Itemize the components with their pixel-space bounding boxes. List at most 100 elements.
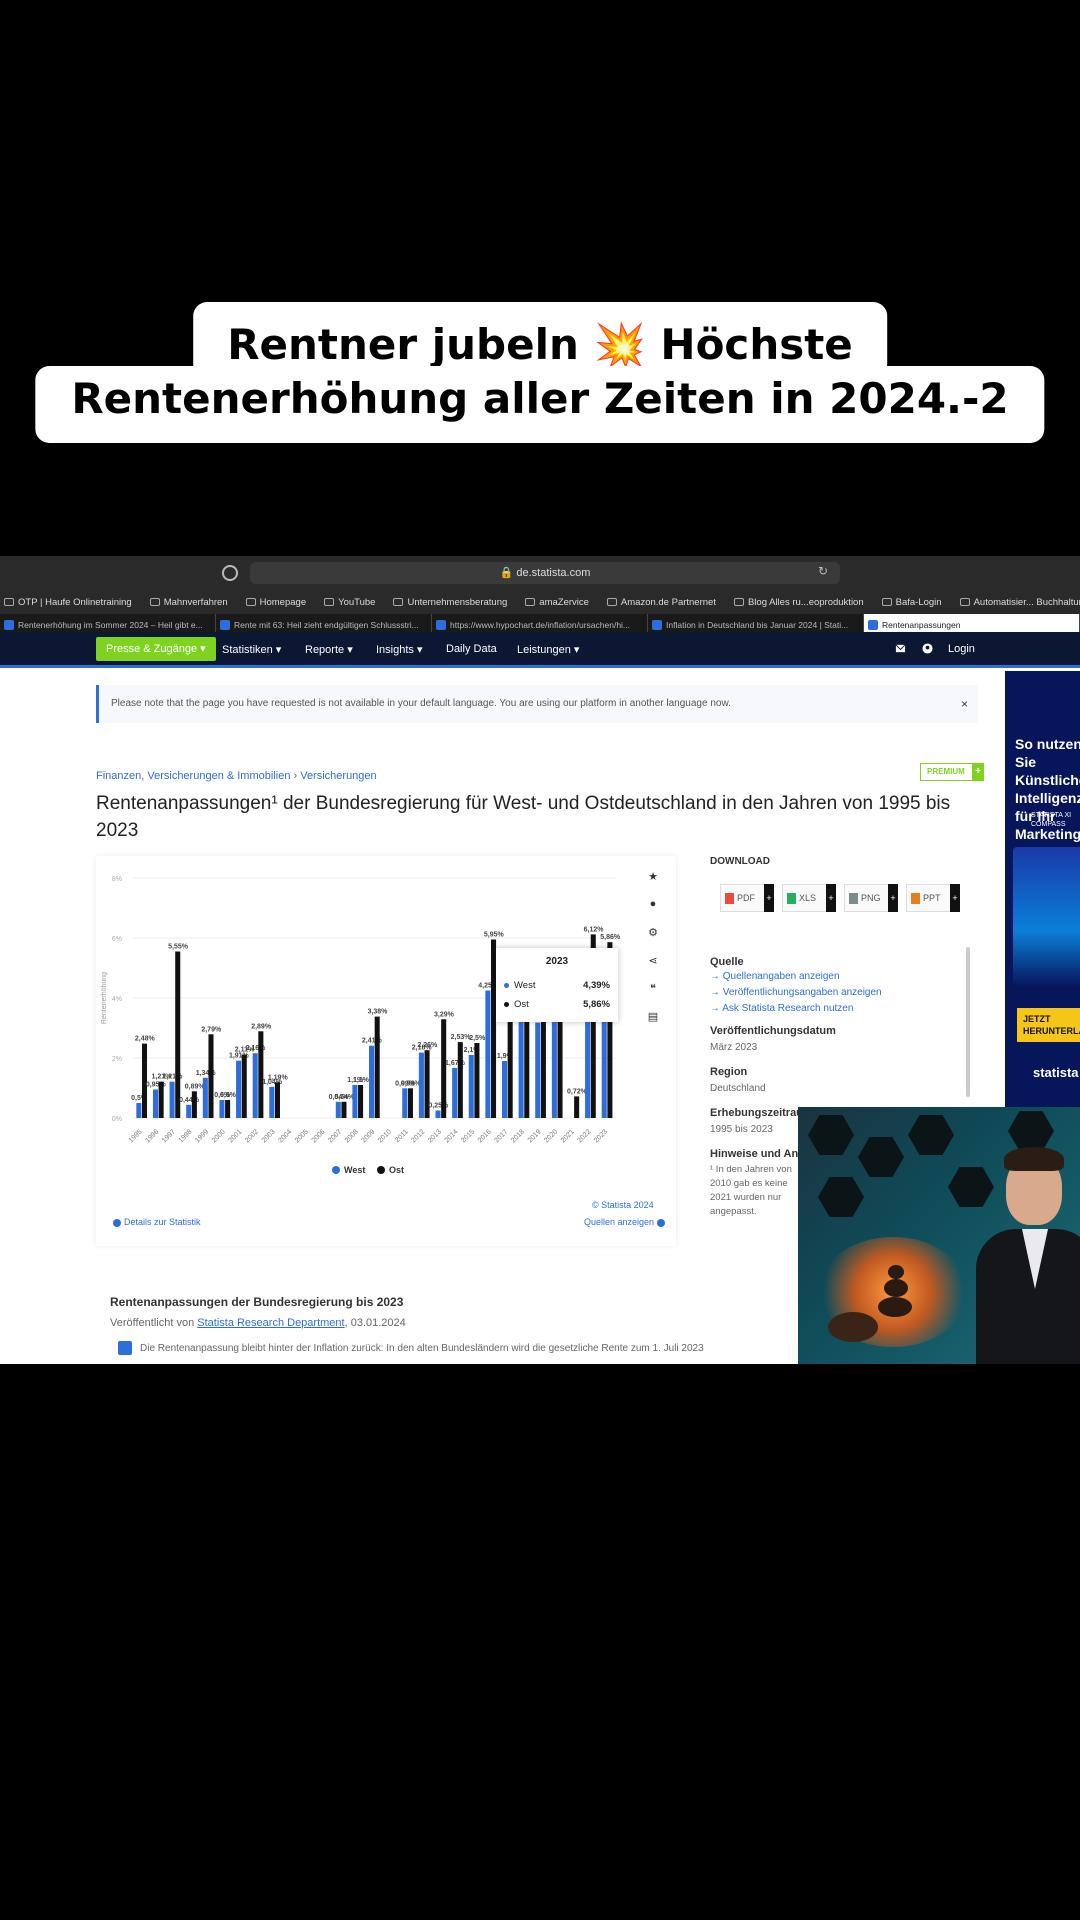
user-icon[interactable] [922, 643, 933, 654]
bar-ost-2015 [474, 1043, 480, 1118]
tooltip-row-west: West 4,39% [504, 980, 610, 991]
quote-icon[interactable]: ❝ [646, 982, 660, 996]
region-heading: Region [710, 1066, 748, 1078]
y-tick-label: 2% [112, 1056, 122, 1063]
x-tick-label: 2004 [277, 1128, 293, 1144]
data-label: 5,95% [484, 932, 505, 939]
bar-west-2001 [236, 1060, 242, 1118]
legend-marker-ost [377, 1166, 385, 1174]
presenter [976, 1137, 1080, 1364]
article-title: Rentenanpassungen der Bundesregierung bi… [110, 1295, 404, 1309]
language-notice: Please note that the page you have reque… [96, 685, 978, 723]
bar-ost-2014 [457, 1042, 463, 1118]
pdf-icon [725, 893, 734, 904]
bookmark-item[interactable]: amaZervice [525, 597, 589, 608]
bar-ost-1997 [175, 951, 181, 1118]
x-tick-label: 2019 [527, 1128, 543, 1144]
period-value: 1995 bis 2023 [710, 1124, 773, 1135]
mail-icon[interactable] [895, 643, 906, 654]
data-label: 0,6% [220, 1092, 237, 1099]
bar-ost-2009 [374, 1016, 380, 1118]
url-bar-row: 🔒 de.statista.com ↻ [0, 556, 1080, 590]
nav-reporte[interactable]: Reporte ▾ [305, 643, 353, 656]
nav-statistiken[interactable]: Statistiken ▾ [222, 643, 281, 656]
ppt-download-button[interactable]: PPT [906, 884, 960, 912]
publication-link[interactable]: Veröffentlichungsangaben anzeigen [710, 987, 882, 998]
nav-leistungen[interactable]: Leistungen ▾ [517, 643, 579, 656]
bookmark-item[interactable]: Blog Alles ru...eoproduktion [733, 597, 864, 608]
region-value: Deutschland [710, 1083, 766, 1094]
png-icon [849, 893, 858, 904]
bookmark-item[interactable]: Mahnverfahren [149, 597, 228, 608]
print-icon[interactable]: ▤ [646, 1010, 660, 1024]
ask-research-link[interactable]: Ask Statista Research nutzen [710, 1003, 853, 1014]
chart-card: 0% 2% 4% 6% 8% Rentenerhöhung 0,5% 2,48% 1995 0,9… [96, 856, 676, 1246]
bar-ost-2008 [358, 1085, 364, 1118]
bell-icon[interactable]: ● [646, 898, 660, 912]
author-link[interactable]: Statista Research Department [197, 1317, 344, 1329]
x-tick-label: 2000 [211, 1128, 227, 1144]
data-label: 3,38% [368, 1009, 389, 1016]
bookmark-item[interactable]: Automatisier... Buchhaltung [959, 597, 1080, 608]
x-tick-label: 1995 [128, 1128, 144, 1144]
data-label: 1,1% [353, 1077, 370, 1084]
bar-ost-1996 [158, 1081, 164, 1118]
reload-icon[interactable]: ↻ [818, 564, 828, 578]
x-tick-label: 2005 [294, 1128, 310, 1144]
screen-recording: 🔒 de.statista.com ↻ OTP | Haufe Onlinetr… [0, 556, 1080, 1364]
x-tick-label: 2014 [444, 1128, 460, 1144]
data-label: 2,48% [135, 1036, 156, 1043]
nav-daily-data[interactable]: Daily Data [446, 643, 497, 655]
x-tick-label: 1997 [161, 1128, 177, 1144]
bookmark-item[interactable]: OTP | Haufe Onlinetraining [4, 597, 132, 608]
ad-download-button[interactable]: JETZT HERUNTERLADEN [1017, 1008, 1080, 1042]
breadcrumb[interactable]: Finanzen, Versicherungen & Immobilien › … [96, 770, 377, 782]
x-tick-label: 2020 [543, 1128, 559, 1144]
bar-west-2020 [551, 1014, 557, 1118]
bookmark-item[interactable]: Bafa-Login [881, 597, 942, 608]
bar-west-2017 [501, 1061, 508, 1118]
details-link[interactable]: Details zur Statistik [110, 1217, 201, 1227]
tooltip-year: 2023 [545, 956, 569, 967]
y-tick-label: 4% [112, 996, 122, 1003]
sources-link[interactable]: Quellen anzeigen [584, 1217, 668, 1227]
bar-west-1995 [136, 1103, 142, 1118]
data-label: 2,89% [251, 1023, 272, 1030]
x-tick-label: 2011 [394, 1128, 410, 1144]
caption-line-2: Rentenerhöhung aller Zeiten in 2024.-2 [35, 366, 1045, 443]
notes-text: ¹ In den Jahren von 2010 gab es keine 20… [710, 1164, 792, 1217]
login-link[interactable]: Login [948, 643, 975, 655]
share-icon[interactable]: ⋖ [646, 954, 660, 968]
bookmark-item[interactable]: Amazon.de Partnernet [606, 597, 716, 608]
x-tick-label: 2021 [560, 1128, 576, 1144]
bar-west-2007 [335, 1101, 341, 1118]
press-access-button[interactable]: Presse & Zugänge ▾ [96, 637, 216, 661]
xls-download-button[interactable]: XLS [782, 884, 836, 912]
pdf-download-button[interactable]: PDF [720, 884, 774, 912]
source-link[interactable]: Quellenangaben anzeigen [710, 971, 840, 982]
bar-chart: 0%2%4%6%8%Rentenerhöhung0,5%2,48%19950,9… [101, 876, 621, 1175]
bookmarks-bar: OTP | Haufe Onlinetraining Mahnverfahren… [0, 590, 1080, 614]
nav-insights[interactable]: Insights ▾ [376, 643, 423, 656]
y-axis-label: Rentenerhöhung [101, 972, 108, 1024]
star-icon[interactable]: ★ [646, 870, 660, 884]
x-tick-label: 2017 [493, 1128, 509, 1144]
sidebar-scrollbar[interactable] [966, 947, 970, 1097]
bookmark-item[interactable]: Homepage [245, 597, 306, 608]
png-download-button[interactable]: PNG [844, 884, 898, 912]
bookmark-item[interactable]: YouTube [324, 597, 375, 608]
bar-ost-2003 [274, 1082, 280, 1118]
info-icon [118, 1341, 132, 1355]
globe-icon[interactable] [222, 565, 238, 581]
page-title: Rentenanpassungen¹ der Bundesregierung f… [96, 793, 951, 841]
y-tick-label: 6% [112, 936, 122, 943]
x-tick-label: 1998 [178, 1128, 194, 1144]
settings-icon[interactable]: ⚙ [646, 926, 660, 940]
bar-ost-1999 [208, 1034, 214, 1118]
data-label: 0,72% [567, 1088, 588, 1095]
bar-ost-1998 [191, 1091, 197, 1118]
address-bar[interactable]: 🔒 de.statista.com [250, 562, 840, 584]
bookmark-item[interactable]: Unternehmensberatung [393, 597, 507, 608]
x-tick-label: 2023 [593, 1128, 609, 1144]
close-icon[interactable]: × [961, 685, 968, 723]
